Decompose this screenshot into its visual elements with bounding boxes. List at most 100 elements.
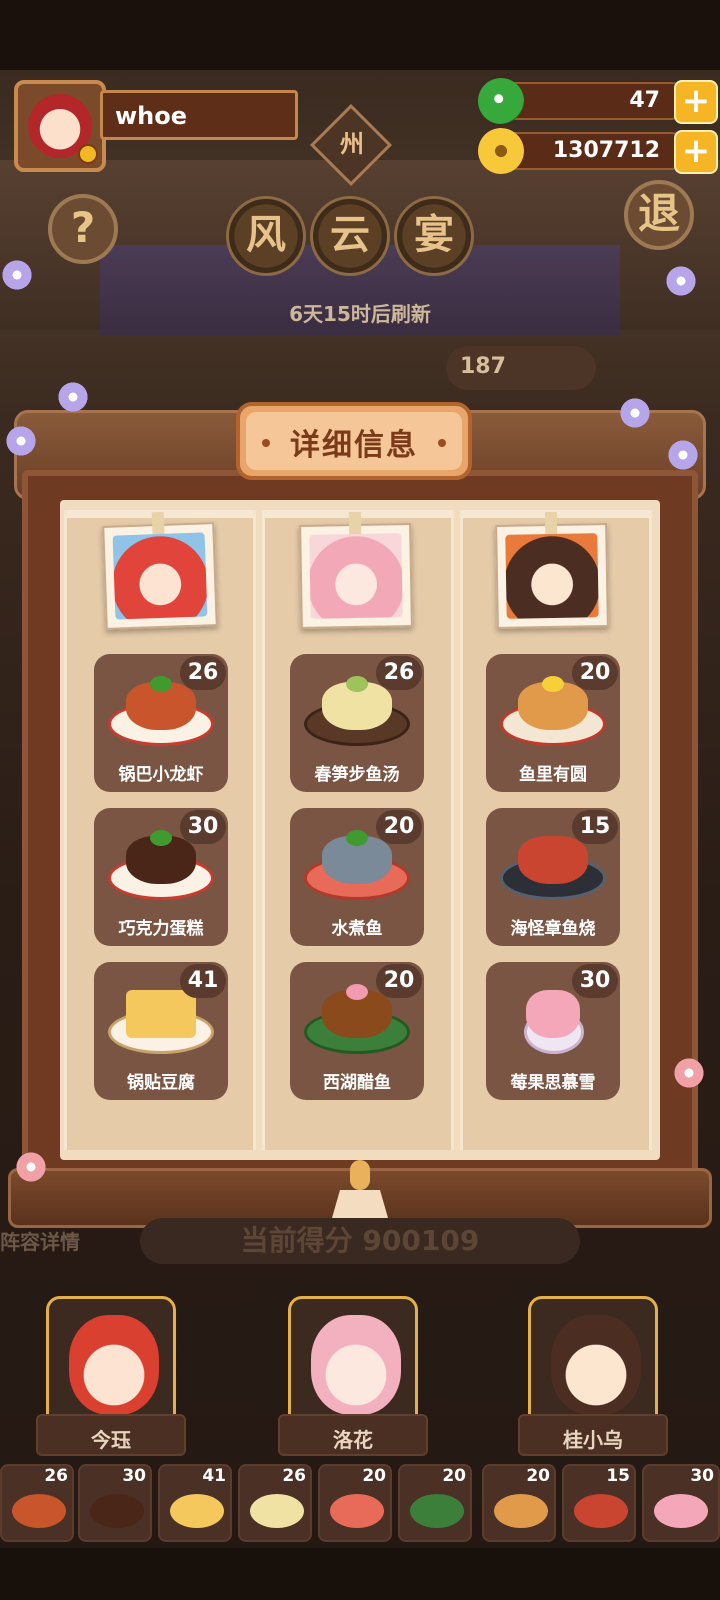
dish-count: 20 <box>376 810 422 844</box>
fish-balls-icon <box>494 1494 548 1528</box>
dish-count: 15 <box>572 810 618 844</box>
dish-card[interactable]: 41 锅贴豆腐 <box>94 962 228 1100</box>
character-name: 今珏 <box>91 1428 131 1452</box>
dish-card[interactable]: 20 西湖醋鱼 <box>290 962 424 1100</box>
character-name: 桂小乌 <box>563 1428 623 1452</box>
character-card[interactable] <box>528 1296 658 1428</box>
coin-counter: 1307712 + <box>478 128 718 174</box>
refresh-timer: 6天15时后刷新 <box>289 302 431 326</box>
mini-dish-card[interactable]: 30 <box>78 1464 152 1542</box>
character-name-plate: 今珏 <box>36 1414 186 1456</box>
mini-count: 26 <box>44 1466 68 1486</box>
chocolate-cake-icon <box>90 1494 144 1528</box>
dish-card[interactable]: 26 春笋步鱼汤 <box>290 654 424 792</box>
character-portrait <box>495 511 609 629</box>
mini-dish-card[interactable]: 26 <box>238 1464 312 1542</box>
mini-dish-card[interactable]: 41 <box>158 1464 232 1542</box>
player-avatar[interactable] <box>14 80 106 172</box>
garnish <box>346 830 368 846</box>
berry-smoothie-icon <box>654 1494 708 1528</box>
dish-card[interactable]: 20 鱼里有圆 <box>486 654 620 792</box>
garnish <box>542 676 564 692</box>
portrait-image <box>505 533 599 619</box>
dish-name: 锅贴豆腐 <box>127 1073 195 1093</box>
boiled-fish-icon <box>330 1494 384 1528</box>
character-name: 洛花 <box>333 1428 373 1452</box>
octopus-icon <box>574 1494 628 1528</box>
mini-dish-card[interactable]: 30 <box>642 1464 720 1542</box>
pan-fried-tofu-icon <box>170 1494 224 1528</box>
bottom-strip <box>0 1548 720 1600</box>
pin-icon <box>544 511 558 537</box>
region-tag-text: 州 <box>340 130 364 158</box>
copper-coin-icon <box>478 128 524 174</box>
garnish <box>346 676 368 692</box>
gem-counter: 47 + <box>478 78 718 124</box>
gem-value: 47 <box>629 88 660 113</box>
player-name: whoe <box>115 102 188 130</box>
mini-dish-card[interactable]: 15 <box>562 1464 636 1542</box>
dish-card[interactable]: 30 巧克力蛋糕 <box>94 808 228 946</box>
character-face <box>69 1315 159 1415</box>
flower-icon <box>664 264 698 298</box>
food <box>526 990 580 1038</box>
dish-card[interactable]: 26 锅巴小龙虾 <box>94 654 228 792</box>
dish-count: 20 <box>376 964 422 998</box>
mini-dish-card[interactable]: 26 <box>0 1464 74 1542</box>
add-coins-button[interactable]: + <box>674 130 718 174</box>
portrait-image <box>309 533 403 619</box>
food <box>126 990 196 1038</box>
dish-name: 海怪章鱼烧 <box>510 919 596 939</box>
dish-count: 41 <box>180 964 226 998</box>
dish-count: 26 <box>376 656 422 690</box>
mini-count: 15 <box>606 1466 630 1486</box>
character-face <box>551 1315 641 1415</box>
title-char-1: 风 <box>226 196 306 276</box>
character-card[interactable] <box>46 1296 176 1428</box>
lineup-detail-link[interactable]: 阵容详情 <box>0 1226 80 1255</box>
title-char-3: 宴 <box>394 196 474 276</box>
tassel-knot <box>350 1160 370 1190</box>
level-badge-icon <box>78 144 98 164</box>
dish-count: 20 <box>572 656 618 690</box>
mini-count: 20 <box>526 1466 550 1486</box>
mini-dish-card[interactable]: 20 <box>482 1464 556 1542</box>
dish-card[interactable]: 30 莓果思慕雪 <box>486 962 620 1100</box>
mini-count: 26 <box>282 1466 306 1486</box>
crayfish-dish-icon <box>12 1494 66 1528</box>
player-name-plate: whoe <box>100 90 298 140</box>
dialog-title-plate: 详细信息 <box>236 402 472 480</box>
flower-icon <box>666 438 700 472</box>
flower-icon <box>618 396 652 430</box>
current-score: 当前得分 900109 <box>140 1218 580 1264</box>
garnish <box>150 676 172 692</box>
jade-gem-icon <box>478 78 524 124</box>
dish-count: 30 <box>180 810 226 844</box>
flower-icon <box>56 380 90 414</box>
character-portrait <box>299 511 413 629</box>
pin-icon <box>151 511 165 537</box>
dish-card[interactable]: 20 水煮鱼 <box>290 808 424 946</box>
dish-name: 莓果思慕雪 <box>510 1073 596 1093</box>
add-gems-button[interactable]: + <box>674 80 718 124</box>
dish-card[interactable]: 15 海怪章鱼烧 <box>486 808 620 946</box>
mini-dish-card[interactable]: 20 <box>398 1464 472 1542</box>
dish-name: 西湖醋鱼 <box>323 1073 391 1093</box>
mini-count: 20 <box>362 1466 386 1486</box>
character-card[interactable] <box>288 1296 418 1428</box>
dish-count: 26 <box>180 656 226 690</box>
west-lake-fish-icon <box>410 1494 464 1528</box>
help-button[interactable]: ? <box>48 194 118 264</box>
coin-value: 1307712 <box>552 138 660 163</box>
mini-dish-card[interactable]: 20 <box>318 1464 392 1542</box>
flower-icon <box>4 424 38 458</box>
status-bar-area <box>0 0 720 70</box>
exit-button[interactable]: 退 <box>624 180 694 250</box>
portrait-image <box>112 532 208 620</box>
dish-name: 锅巴小龙虾 <box>118 765 204 785</box>
dialog-title: 详细信息 <box>290 428 418 463</box>
pin-icon <box>348 511 362 537</box>
garnish <box>346 984 368 1000</box>
fish-soup-icon <box>250 1494 304 1528</box>
dish-count: 30 <box>572 964 618 998</box>
